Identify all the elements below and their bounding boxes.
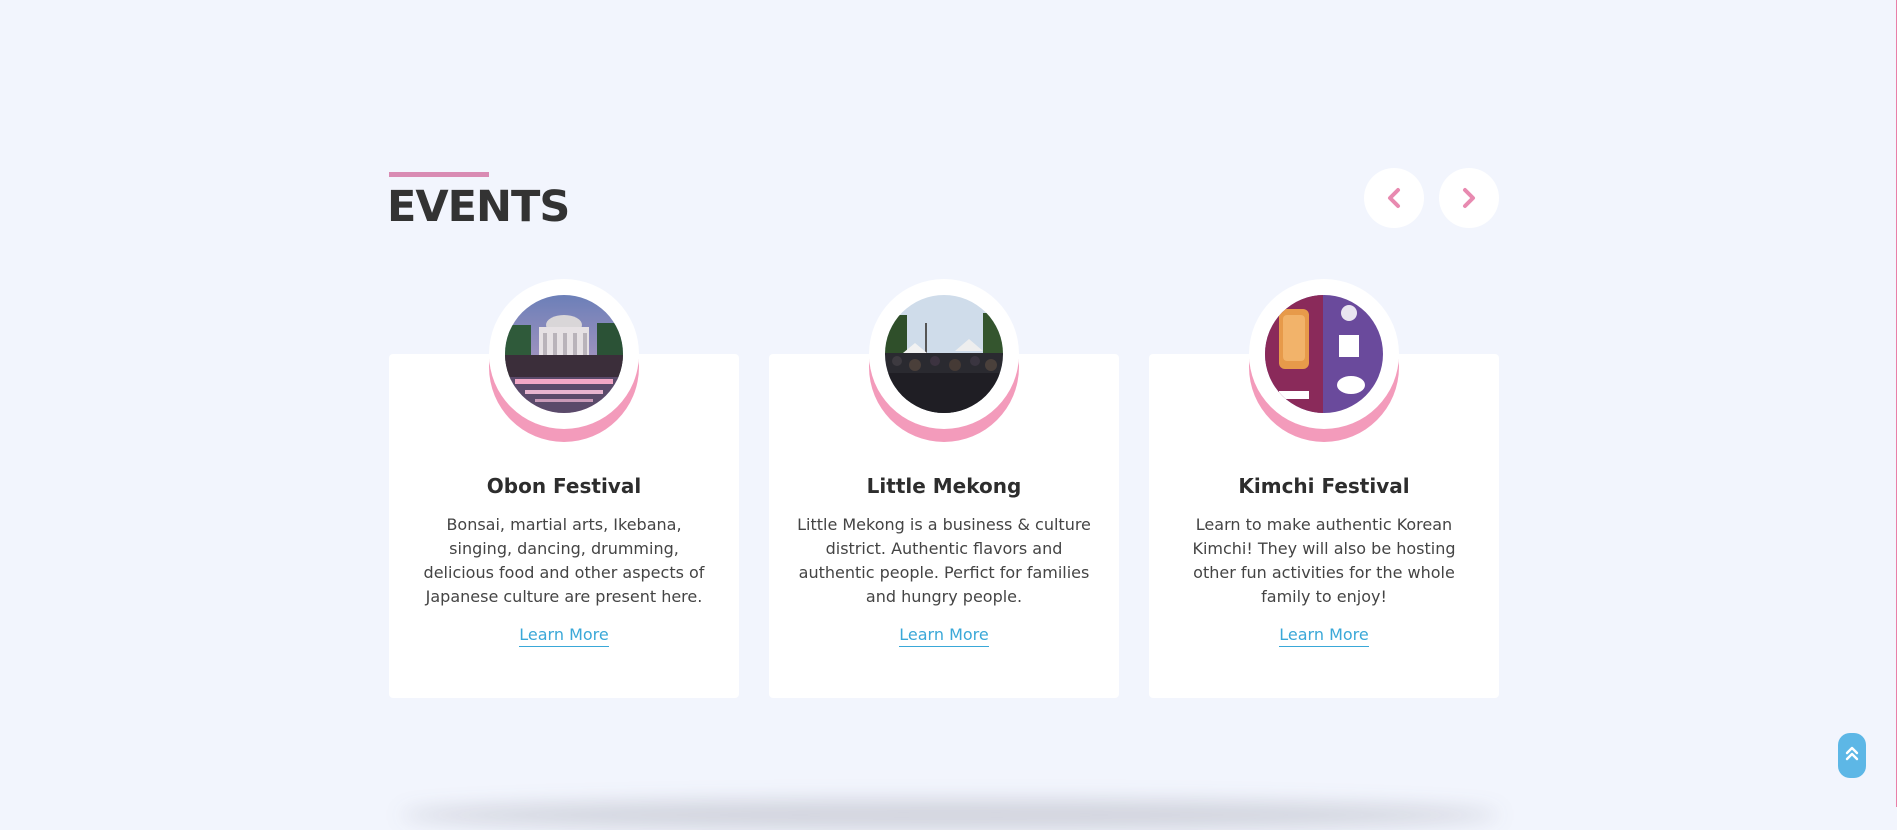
carousel-next-button[interactable] bbox=[1439, 168, 1499, 228]
event-card: Little Mekong Little Mekong is a busines… bbox=[769, 279, 1119, 698]
learn-more-link[interactable]: Learn More bbox=[1279, 625, 1369, 647]
event-description: Little Mekong is a business & culture di… bbox=[797, 515, 1091, 606]
next-section-shadow bbox=[400, 800, 1500, 830]
event-poster bbox=[1265, 295, 1383, 413]
double-chevron-up-icon bbox=[1845, 745, 1859, 766]
chevron-left-icon bbox=[1386, 187, 1402, 209]
scroll-to-top-button[interactable] bbox=[1838, 733, 1866, 778]
event-description: Bonsai, martial arts, Ikebana, singing, … bbox=[423, 515, 705, 606]
event-image-frame bbox=[489, 279, 639, 442]
event-description: Learn to make authentic Korean Kimchi! T… bbox=[1192, 515, 1456, 606]
event-card: Kimchi Festival Learn to make authentic … bbox=[1149, 279, 1499, 698]
event-title: Obon Festival bbox=[486, 474, 642, 498]
section-title: EVENTS bbox=[387, 182, 570, 232]
event-card: Obon Festival Bonsai, martial arts, Ikeb… bbox=[389, 279, 739, 698]
event-image-frame bbox=[869, 279, 1019, 442]
section-title-accent bbox=[389, 172, 489, 177]
event-photo bbox=[505, 295, 623, 413]
event-photo bbox=[885, 295, 1003, 413]
event-image-frame bbox=[1249, 279, 1399, 442]
carousel-prev-button[interactable] bbox=[1364, 168, 1424, 228]
event-title: Little Mekong bbox=[866, 474, 1022, 498]
learn-more-link[interactable]: Learn More bbox=[519, 625, 609, 647]
learn-more-link[interactable]: Learn More bbox=[899, 625, 989, 647]
chevron-right-icon bbox=[1461, 187, 1477, 209]
event-title: Kimchi Festival bbox=[1238, 474, 1410, 498]
